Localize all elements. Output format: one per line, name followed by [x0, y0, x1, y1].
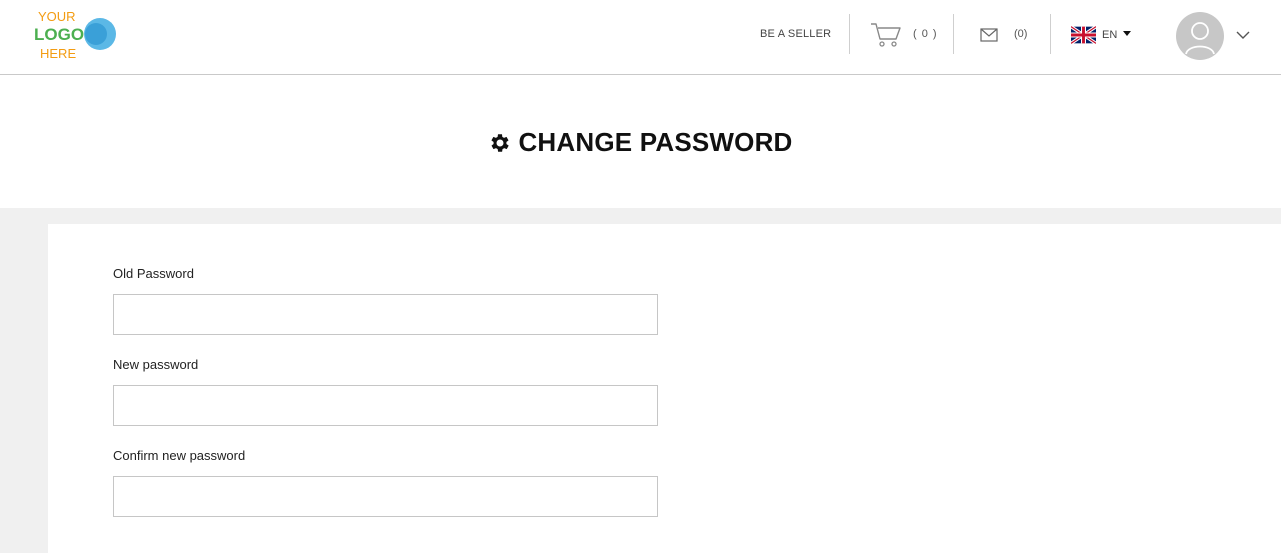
- title-band: CHANGE PASSWORD: [0, 75, 1281, 208]
- avatar-icon: [1185, 22, 1215, 55]
- cart-icon: [871, 23, 901, 47]
- new-password-label: New password: [113, 357, 199, 372]
- uk-flag-icon: [1071, 26, 1096, 44]
- messages-count: (0): [1014, 28, 1028, 40]
- top-header: YOUR LOGO HERE BE A SELLER ( 0 ) (0) EN: [0, 0, 1281, 75]
- svg-text:LOGO: LOGO: [34, 25, 84, 44]
- site-logo[interactable]: YOUR LOGO HERE: [34, 8, 118, 62]
- gear-icon: [491, 134, 510, 152]
- language-code: EN: [1102, 29, 1118, 41]
- be-a-seller-link[interactable]: BE A SELLER: [760, 28, 831, 40]
- page-title-container: CHANGE PASSWORD: [0, 127, 1281, 158]
- header-divider: [849, 14, 850, 54]
- old-password-label: Old Password: [113, 266, 194, 281]
- chevron-down-icon[interactable]: [1236, 30, 1250, 40]
- old-password-input[interactable]: [113, 294, 658, 335]
- logo-icon: YOUR LOGO HERE: [34, 9, 116, 61]
- messages-button[interactable]: (0): [980, 20, 1040, 50]
- caret-down-icon: [1123, 31, 1131, 36]
- confirm-password-input[interactable]: [113, 476, 658, 517]
- envelope-icon: [980, 28, 998, 42]
- page-title: CHANGE PASSWORD: [518, 127, 793, 157]
- header-divider: [953, 14, 954, 54]
- confirm-password-label: Confirm new password: [113, 448, 246, 463]
- new-password-input[interactable]: [113, 385, 658, 426]
- header-divider: [1050, 14, 1051, 54]
- cart-count: ( 0 ): [913, 28, 938, 40]
- user-avatar[interactable]: [1176, 12, 1224, 60]
- language-selector[interactable]: EN: [1071, 24, 1135, 46]
- svg-text:YOUR: YOUR: [38, 9, 76, 24]
- cart-button[interactable]: ( 0 ): [870, 20, 940, 50]
- svg-text:HERE: HERE: [40, 46, 76, 61]
